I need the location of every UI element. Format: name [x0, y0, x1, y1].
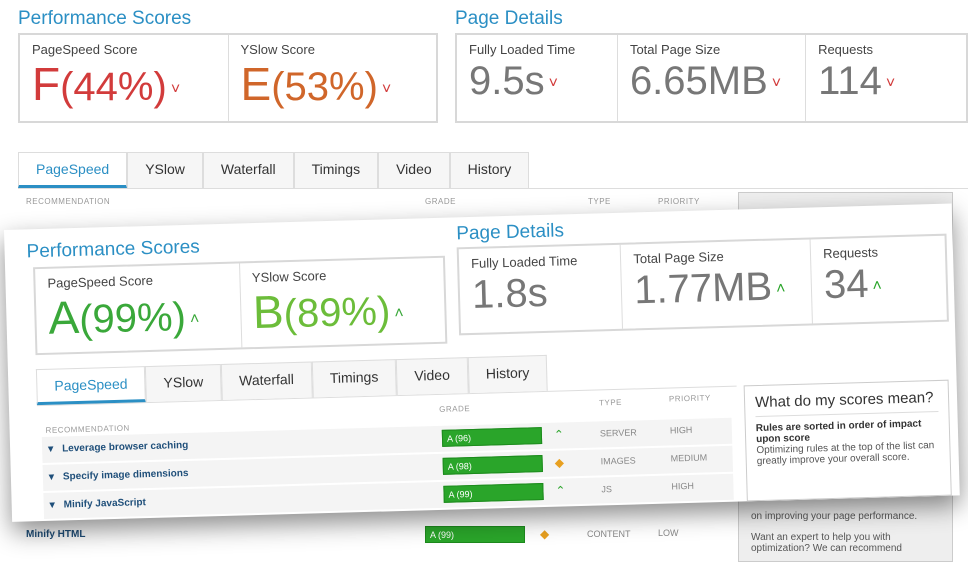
- fully-loaded: Fully Loaded Time 9.5s ˅: [457, 35, 618, 121]
- arrow-up-icon: ⌃: [553, 427, 565, 442]
- row-type: SERVER: [599, 427, 637, 439]
- grade-bar: A (99): [425, 526, 525, 543]
- grade: E: [240, 58, 272, 110]
- tabs: PageSpeed YSlow Waterfall Timings Video …: [18, 152, 968, 189]
- tab-history[interactable]: History: [449, 152, 530, 188]
- chevron-down-icon: ˅: [170, 80, 181, 98]
- page-size: Total Page Size 1.77MB ˄: [620, 239, 814, 329]
- label: Fully Loaded Time: [469, 42, 576, 57]
- row-priority: HIGH: [669, 424, 693, 436]
- tab-video[interactable]: Video: [378, 152, 450, 188]
- requests: Requests 114 ˅: [806, 35, 966, 121]
- tab-waterfall[interactable]: Waterfall: [202, 152, 294, 188]
- scores-box: PageSpeed Score F(44%) ˅ YSlow Score E(53…: [18, 33, 438, 123]
- grade-bar: A (99): [443, 483, 544, 503]
- header-priority: PRIORITY: [658, 197, 700, 206]
- chevron-up-icon: ˄: [775, 280, 786, 298]
- percent: (99%): [78, 294, 187, 342]
- arrow-up-icon: ⌃: [555, 483, 566, 498]
- grade: B: [252, 285, 285, 339]
- chevron-up-icon: ˄: [394, 304, 404, 322]
- performance-scores-title: Performance Scores: [26, 236, 201, 263]
- tab-video[interactable]: Video: [395, 357, 469, 396]
- panel-title: What do my scores mean?: [754, 388, 939, 418]
- value: 9.5s: [469, 59, 545, 103]
- tab-timings[interactable]: Timings: [311, 359, 397, 398]
- scores-box: PageSpeed Score A(99%) ˄ YSlow Score B(89…: [33, 255, 448, 356]
- header-recommendation: RECOMMENDATION: [45, 423, 130, 435]
- details-box: Fully Loaded Time 1.8s Total Page Size 1.7…: [456, 233, 949, 336]
- table-row[interactable]: Minify HTML A (99) ◆ CONTENT LOW: [20, 522, 725, 548]
- page-details-title: Page Details: [455, 220, 565, 245]
- panel-text: on improving your page performance.: [751, 511, 918, 522]
- header-recommendation: RECOMMENDATION: [26, 197, 111, 206]
- chevron-up-icon: ˄: [872, 277, 883, 295]
- row-priority: MEDIUM: [670, 452, 708, 464]
- fully-loaded: Fully Loaded Time 1.8s: [458, 244, 624, 334]
- diamond-icon: ◆: [540, 527, 550, 541]
- chevron-down-icon: ˅: [771, 74, 782, 92]
- tabs: PageSpeed YSlow Waterfall Timings Video …: [35, 349, 737, 407]
- percent: (44%): [60, 65, 167, 109]
- details-box: Fully Loaded Time 9.5s ˅ Total Page Size 6.…: [455, 33, 968, 123]
- chevron-down-icon: ▾: [47, 443, 54, 455]
- tab-timings[interactable]: Timings: [293, 152, 379, 188]
- tab-yslow[interactable]: YSlow: [127, 152, 203, 188]
- header-priority: PRIORITY: [668, 393, 711, 404]
- tab-waterfall[interactable]: Waterfall: [220, 361, 313, 400]
- page-details-title: Page Details: [455, 8, 563, 29]
- row-priority: HIGH: [671, 480, 695, 492]
- page-size: Total Page Size 6.65MB ˅: [618, 35, 807, 121]
- grade-bar: A (96): [441, 427, 543, 447]
- performance-scores-title: Performance Scores: [18, 8, 192, 29]
- tab-yslow[interactable]: YSlow: [145, 364, 222, 403]
- label: PageSpeed Score: [32, 42, 138, 57]
- tab-pagespeed[interactable]: PageSpeed: [18, 152, 128, 188]
- grade: A: [47, 290, 80, 344]
- scores-help-panel: What do my scores mean? Rules are sorted…: [743, 379, 952, 502]
- value: 6.65MB: [629, 59, 768, 103]
- yslow-score: YSlow Score E(53%) ˅: [229, 35, 437, 121]
- row-name[interactable]: Minify HTML: [26, 529, 85, 540]
- row-priority: LOW: [658, 528, 679, 538]
- chevron-down-icon: ˅: [381, 80, 392, 98]
- value: 1.77MB: [633, 264, 773, 313]
- row-type: JS: [601, 484, 613, 495]
- row-name[interactable]: Leverage browser caching: [62, 440, 188, 455]
- tab-history[interactable]: History: [467, 354, 548, 394]
- value: 1.8s: [471, 270, 549, 317]
- value: 34: [823, 261, 870, 308]
- chevron-down-icon: ▾: [48, 471, 55, 483]
- chevron-down-icon: ˅: [548, 74, 558, 92]
- grade-bar: A (98): [442, 455, 543, 475]
- label: Total Page Size: [629, 42, 721, 57]
- percent: (89%): [283, 289, 391, 337]
- label: Requests: [818, 42, 873, 57]
- header-type: TYPE: [598, 397, 623, 408]
- tab-pagespeed[interactable]: PageSpeed: [35, 366, 147, 406]
- after-report: Performance Scores Page Details PageSpee…: [4, 203, 960, 522]
- pagespeed-score: PageSpeed Score A(99%) ˄: [35, 263, 242, 354]
- pagespeed-score: PageSpeed Score F(44%) ˅: [20, 35, 229, 121]
- header-grade: GRADE: [439, 404, 471, 414]
- requests: Requests 34 ˄: [811, 236, 947, 324]
- yslow-score: YSlow Score B(89%) ˄: [240, 258, 446, 348]
- chevron-up-icon: ˄: [189, 310, 200, 328]
- row-type: IMAGES: [600, 455, 636, 467]
- diamond-icon: ◆: [554, 455, 565, 470]
- value: 114: [818, 59, 882, 103]
- chevron-down-icon: ˅: [885, 74, 896, 92]
- row-name[interactable]: Minify JavaScript: [64, 497, 147, 510]
- grade: F: [32, 58, 61, 110]
- chevron-down-icon: ▾: [49, 499, 55, 511]
- header-grade: GRADE: [425, 197, 456, 206]
- row-type: CONTENT: [587, 529, 631, 539]
- panel-text: Optimizing rules at the top of the list …: [756, 440, 935, 468]
- row-name[interactable]: Specify image dimensions: [63, 468, 189, 483]
- percent: (53%): [271, 65, 378, 109]
- header-type: TYPE: [588, 197, 611, 206]
- label: YSlow Score: [240, 42, 315, 57]
